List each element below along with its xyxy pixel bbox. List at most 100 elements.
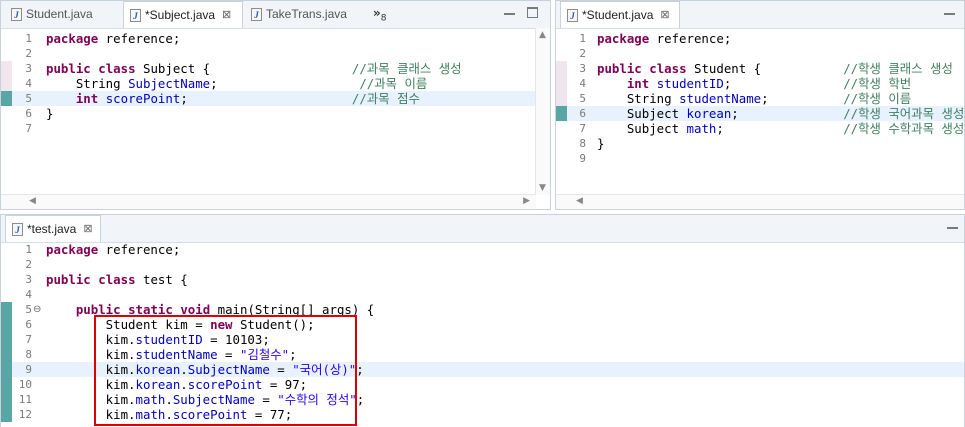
code-token: int xyxy=(626,76,650,91)
code-text: public class Subject { //과목 클래스 생성 xyxy=(46,61,462,76)
code-line[interactable]: 7 Subject math; //학생 수학과목 생성 xyxy=(556,121,964,136)
code-line[interactable]: 1 package reference; xyxy=(1,242,964,257)
line-number: 4 xyxy=(579,77,586,90)
highlight-annotation-box xyxy=(94,315,357,426)
code-line[interactable]: 3 public class Student { //학생 클래스 생성 xyxy=(556,61,964,76)
line-number: 7 xyxy=(579,122,586,135)
code-token: String xyxy=(46,76,129,91)
code-token: //학생 클래스 생성 xyxy=(843,61,953,76)
code-line[interactable]: 2 xyxy=(1,46,536,61)
code-text: Subject korean; //학생 국어과목 생성 xyxy=(597,106,964,121)
change-marker xyxy=(1,91,12,106)
editor-pane-subject: J Student.java J *Subject.java ⊠ J TakeT… xyxy=(0,0,551,210)
horizontal-scrollbar[interactable]: ◀ ▶ xyxy=(1,194,536,209)
code-line[interactable]: 6} xyxy=(1,106,536,121)
code-line[interactable]: 4 xyxy=(1,287,964,302)
code-text: Subject math; //학생 수학과목 생성 xyxy=(597,121,964,136)
code-token: package xyxy=(597,31,650,46)
overflow-count: 8 xyxy=(380,13,387,24)
code-line[interactable]: 7 xyxy=(1,121,536,136)
close-icon[interactable]: ⊠ xyxy=(660,1,669,30)
scroll-up-icon[interactable]: ▲ xyxy=(539,30,546,40)
line-number: 1 xyxy=(579,32,586,45)
code-line[interactable]: 2 xyxy=(556,46,964,61)
scroll-left-icon[interactable]: ◀ xyxy=(29,196,36,206)
horizontal-scrollbar[interactable]: ◀ xyxy=(556,194,964,209)
code-token: class xyxy=(98,61,136,76)
tab-label: TakeTrans.java xyxy=(266,7,347,21)
line-number: 6 xyxy=(579,107,586,120)
code-token: //학생 국어과목 생성 xyxy=(843,106,965,121)
tab-student-java-modified[interactable]: J *Student.java ⊠ xyxy=(560,1,680,28)
fold-toggle-icon[interactable]: ⊖ xyxy=(33,302,41,317)
code-token: public xyxy=(46,272,91,287)
line-number: 10 xyxy=(18,378,32,391)
minimize-button[interactable] xyxy=(947,221,958,229)
code-token: ; xyxy=(356,362,364,377)
minimize-button[interactable] xyxy=(504,7,515,15)
line-number: 5 xyxy=(25,92,32,105)
tab-label: *test.java xyxy=(27,221,77,236)
code-line[interactable]: 4 int studentID; //학생 학번 xyxy=(556,76,964,91)
line-number: 8 xyxy=(25,348,32,361)
line-number: 2 xyxy=(25,47,32,60)
line-number: 4 xyxy=(25,77,32,90)
code-token: class xyxy=(98,272,136,287)
tab-subject-java[interactable]: J *Subject.java ⊠ xyxy=(123,1,243,28)
close-icon[interactable]: ⊠ xyxy=(83,215,92,244)
code-token: } xyxy=(46,106,54,121)
minimize-button[interactable] xyxy=(944,7,955,15)
code-line[interactable]: 5 int scorePoint; //과목 점수 xyxy=(1,91,536,106)
close-icon[interactable]: ⊠ xyxy=(222,1,231,30)
line-number: 4 xyxy=(25,288,32,301)
scroll-right-icon[interactable]: ▶ xyxy=(523,196,530,206)
code-line[interactable]: 3 public class test { xyxy=(1,272,964,287)
code-token: } xyxy=(597,136,605,151)
tab-overflow-button[interactable]: »8 xyxy=(373,1,387,28)
code-editor[interactable]: 1 package reference; 2 3 public class Subjec… xyxy=(1,28,550,209)
code-line[interactable]: 6 Subject korean; //학생 국어과목 생성 xyxy=(556,106,964,121)
code-line[interactable]: 1 package reference; xyxy=(556,31,964,46)
change-marker xyxy=(1,302,12,422)
tab-test-java[interactable]: J *test.java ⊠ xyxy=(5,215,101,242)
code-token: ; xyxy=(761,91,844,106)
code-editor[interactable]: 1 package reference; 2 3 public class Studen… xyxy=(556,28,964,209)
code-token: studentID xyxy=(656,76,724,91)
code-token: test { xyxy=(135,272,188,287)
editor-pane-student: J *Student.java ⊠ 1 package reference; 2 3 p… xyxy=(555,0,965,210)
line-number: 5 xyxy=(25,303,32,316)
code-line[interactable]: 8} xyxy=(556,136,964,151)
code-token: //학생 수학과목 생성 xyxy=(843,121,965,136)
tab-student-java[interactable]: J Student.java xyxy=(5,1,123,28)
code-line[interactable]: 4 String SubjectName; //과목 이름 xyxy=(1,76,536,91)
code-line[interactable]: 2 xyxy=(1,257,964,272)
code-line[interactable]: 9 xyxy=(556,151,964,166)
code-token: Subject { xyxy=(135,61,352,76)
code-text: } xyxy=(597,136,604,151)
code-token: reference; xyxy=(98,31,181,46)
vertical-scrollbar[interactable]: ▲ ▼ xyxy=(535,28,550,195)
tab-taketrans-java[interactable]: J TakeTrans.java xyxy=(245,1,363,28)
scroll-left-icon[interactable]: ◀ xyxy=(576,196,583,206)
line-number: 7 xyxy=(25,333,32,346)
code-token: reference; xyxy=(98,242,181,257)
code-token: Subject xyxy=(597,106,687,121)
line-number: 2 xyxy=(579,47,586,60)
maximize-button[interactable] xyxy=(527,7,538,18)
code-line[interactable]: 5 String studentName; //학생 이름 xyxy=(556,91,964,106)
code-token: public xyxy=(597,61,642,76)
code-token: //과목 점수 xyxy=(351,91,420,106)
code-line[interactable]: 1 package reference; xyxy=(1,31,536,46)
line-number: 1 xyxy=(25,243,32,256)
scroll-down-icon[interactable]: ▼ xyxy=(539,183,546,193)
line-number: 9 xyxy=(579,152,586,165)
line-number: 5 xyxy=(579,92,586,105)
code-line[interactable]: 3 public class Subject { //과목 클래스 생성 xyxy=(1,61,536,76)
line-number: 12 xyxy=(18,408,32,421)
line-number: 6 xyxy=(25,318,32,331)
